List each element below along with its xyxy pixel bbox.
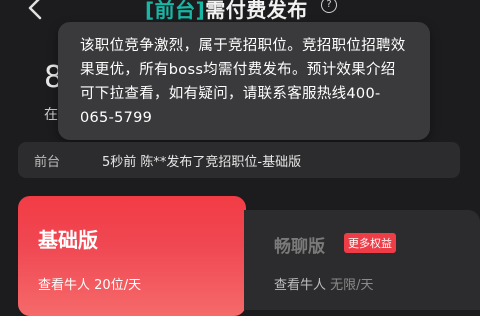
- back-arrow-icon[interactable]: [22, 0, 50, 22]
- help-icon[interactable]: ?: [321, 0, 337, 13]
- feature-value: 20位/天: [94, 278, 142, 293]
- activity-message: 5秒前 陈**发布了竞招职位-基础版: [102, 155, 302, 170]
- plan-feature: 查看牛人 无限/天: [274, 274, 374, 293]
- recent-activity-bar: 前台 5秒前 陈**发布了竞招职位-基础版: [18, 142, 460, 178]
- feature-value: 无限/天: [330, 278, 374, 293]
- plan-card-basic[interactable]: 基础版 查看牛人 20位/天: [18, 196, 246, 316]
- more-benefits-badge: 更多权益: [344, 233, 396, 253]
- page-title: [前台]需付费发布: [145, 0, 308, 23]
- info-tooltip: 该职位竞争激烈，属于竞招职位。竞招职位招聘效果更优，所有boss均需付费发布。预…: [58, 22, 430, 140]
- plan-name: 基础版: [38, 228, 98, 252]
- job-title-label: 前台: [34, 155, 61, 170]
- obscured-text: 在: [44, 107, 58, 123]
- plan-feature: 查看牛人 20位/天: [38, 274, 141, 293]
- plan-name: 畅聊版: [274, 237, 325, 257]
- plan-card-chat[interactable]: 畅聊版 更多权益 查看牛人 无限/天: [244, 210, 480, 310]
- page-title-tag: [前台]: [145, 0, 206, 22]
- page-title-main: 需付费发布: [205, 0, 308, 22]
- tooltip-text: 该职位竞争激烈，属于竞招职位。竞招职位招聘效果更优，所有boss均需付费发布。预…: [80, 38, 406, 126]
- feature-label: 查看牛人: [274, 278, 327, 293]
- feature-label: 查看牛人: [38, 278, 91, 293]
